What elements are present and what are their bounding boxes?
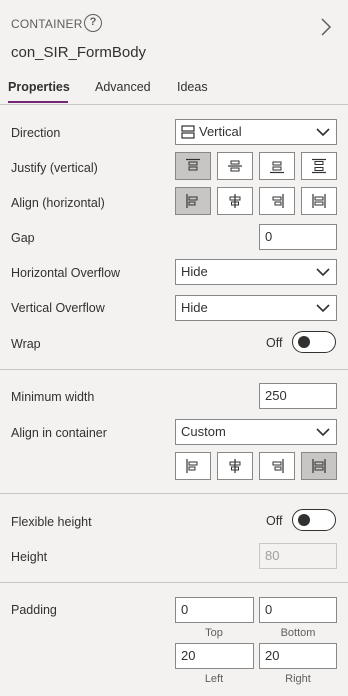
align-left-button[interactable] xyxy=(175,187,211,215)
container-align-stretch-button[interactable] xyxy=(301,452,337,480)
section-divider xyxy=(0,369,348,370)
tab-properties[interactable]: Properties xyxy=(8,80,70,94)
vertical-overflow-dropdown[interactable]: Hide xyxy=(175,295,337,321)
align-right-icon xyxy=(272,459,284,473)
horizontal-overflow-label: Horizontal Overflow xyxy=(11,266,121,280)
padding-left-input[interactable]: 20 xyxy=(175,643,254,669)
justify-middle-button[interactable] xyxy=(217,152,253,180)
padding-right-input[interactable]: 20 xyxy=(259,643,337,669)
flexible-height-label: Flexible height xyxy=(11,515,92,529)
justify-bottom-button[interactable] xyxy=(259,152,295,180)
tab-ideas[interactable]: Ideas xyxy=(177,80,208,94)
control-type-label: CONTAINER xyxy=(11,17,83,31)
vertical-layout-icon xyxy=(181,125,195,139)
flexible-height-state-text: Off xyxy=(266,514,283,528)
align-right-button[interactable] xyxy=(259,187,295,215)
height-label: Height xyxy=(11,550,48,564)
justify-bottom-icon xyxy=(270,161,284,174)
justify-middle-icon xyxy=(228,160,242,172)
align-center-icon xyxy=(229,194,241,208)
align-in-container-value: Custom xyxy=(181,424,226,439)
chevron-right-icon[interactable] xyxy=(320,18,332,36)
align-stretch-icon xyxy=(312,459,326,473)
height-input: 80 xyxy=(259,543,337,569)
section-divider xyxy=(0,493,348,494)
toggle-knob xyxy=(298,336,310,348)
align-center-button[interactable] xyxy=(217,187,253,215)
vertical-overflow-value: Hide xyxy=(181,300,208,315)
container-align-right-button[interactable] xyxy=(259,452,295,480)
justify-space-between-icon xyxy=(312,158,326,174)
align-label: Align (horizontal) xyxy=(11,196,105,210)
control-name: con_SIR_FormBody xyxy=(11,44,147,61)
wrap-toggle[interactable] xyxy=(292,331,336,353)
vertical-overflow-label: Vertical Overflow xyxy=(11,301,105,315)
help-icon[interactable]: ? xyxy=(84,14,102,32)
flexible-height-toggle[interactable] xyxy=(292,509,336,531)
align-in-container-dropdown[interactable]: Custom xyxy=(175,419,337,445)
tabs-divider xyxy=(0,104,348,105)
horizontal-overflow-dropdown[interactable]: Hide xyxy=(175,259,337,285)
container-align-center-button[interactable] xyxy=(217,452,253,480)
container-align-left-button[interactable] xyxy=(175,452,211,480)
align-in-container-button-group xyxy=(175,452,337,480)
align-left-icon xyxy=(186,459,198,473)
chevron-down-icon xyxy=(316,128,330,137)
minimum-width-label: Minimum width xyxy=(11,390,95,404)
padding-label: Padding xyxy=(11,603,57,617)
direction-label: Direction xyxy=(11,126,61,140)
align-stretch-icon xyxy=(312,194,326,208)
justify-button-group xyxy=(175,152,337,180)
chevron-down-icon xyxy=(316,304,330,313)
align-left-icon xyxy=(186,194,198,208)
minimum-width-input[interactable]: 250 xyxy=(259,383,337,409)
align-stretch-button[interactable] xyxy=(301,187,337,215)
padding-right-label: Right xyxy=(285,673,311,685)
padding-bottom-label: Bottom xyxy=(280,627,316,639)
direction-value: Vertical xyxy=(199,124,242,139)
padding-bottom-input[interactable]: 0 xyxy=(259,597,337,623)
wrap-state-text: Off xyxy=(266,336,283,350)
justify-top-button[interactable] xyxy=(175,152,211,180)
align-in-container-label: Align in container xyxy=(11,426,107,440)
horizontal-overflow-value: Hide xyxy=(181,264,208,279)
active-tab-indicator xyxy=(8,101,68,103)
direction-dropdown[interactable]: Vertical xyxy=(175,119,337,145)
toggle-knob xyxy=(298,514,310,526)
padding-top-label: Top xyxy=(205,627,223,639)
align-center-icon xyxy=(229,459,241,473)
justify-label: Justify (vertical) xyxy=(11,161,98,175)
justify-space-between-button[interactable] xyxy=(301,152,337,180)
padding-top-input[interactable]: 0 xyxy=(175,597,254,623)
chevron-down-icon xyxy=(316,268,330,277)
gap-input[interactable]: 0 xyxy=(259,224,337,250)
gap-label: Gap xyxy=(11,231,35,245)
tab-advanced[interactable]: Advanced xyxy=(95,80,151,94)
padding-left-label: Left xyxy=(204,673,224,685)
chevron-down-icon xyxy=(316,428,330,437)
align-right-icon xyxy=(272,194,284,208)
wrap-label: Wrap xyxy=(11,337,41,351)
justify-top-icon xyxy=(186,158,200,171)
section-divider xyxy=(0,582,348,583)
align-button-group xyxy=(175,187,337,215)
